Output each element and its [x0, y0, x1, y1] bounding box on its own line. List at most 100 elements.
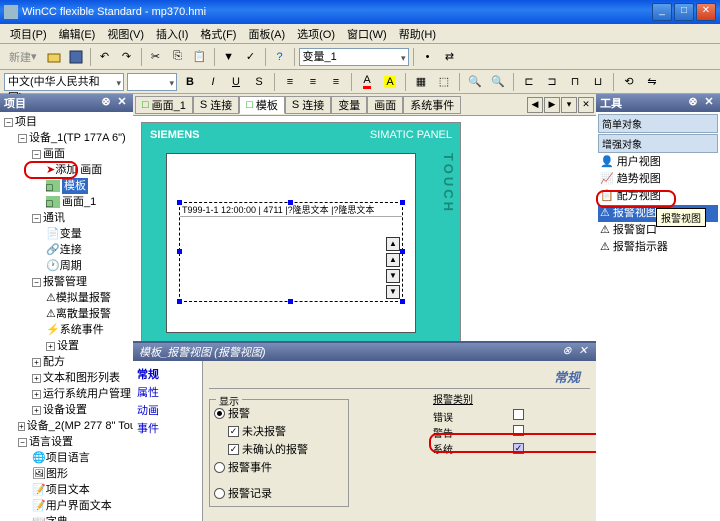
panel-close-icon[interactable]: ✕: [115, 96, 129, 110]
dot-icon[interactable]: •: [418, 47, 438, 67]
close-button[interactable]: ✕: [696, 3, 716, 21]
tool-cat-simple[interactable]: 简单对象: [598, 114, 718, 133]
align-b-icon[interactable]: ⊔: [588, 72, 608, 92]
tool-cat-enhanced[interactable]: 增强对象: [598, 134, 718, 153]
help-icon[interactable]: ?: [270, 47, 290, 67]
paste-icon[interactable]: 📋: [190, 47, 210, 67]
tab-close-icon[interactable]: ✕: [578, 97, 594, 113]
scroll-top-icon[interactable]: ▲: [386, 253, 400, 267]
language-combo[interactable]: 中文(中华人民共和国): [4, 73, 124, 91]
tool-alarm-indicator[interactable]: ⚠报警指示器: [598, 239, 718, 256]
tree-runtime-user[interactable]: 运行系统用户管理: [43, 386, 131, 402]
menu-project[interactable]: 项目(P): [4, 24, 53, 44]
menu-insert[interactable]: 插入(I): [150, 24, 194, 44]
tab-prev-icon[interactable]: ◀: [527, 97, 543, 113]
design-canvas[interactable]: SIEMENS SIMATIC PANEL TOUCH T999-1-1: [133, 116, 596, 341]
zoom-out-icon[interactable]: 🔍: [488, 72, 508, 92]
new-button[interactable]: 新建 ▾: [4, 47, 42, 67]
flip-icon[interactable]: ⇋: [642, 72, 662, 92]
tab-list-icon[interactable]: ▾: [561, 97, 577, 113]
tool-trend-view[interactable]: 📈趋势视图: [598, 171, 718, 188]
props-close-icon[interactable]: ✕: [576, 345, 590, 359]
size-combo[interactable]: [127, 73, 177, 91]
zoom-in-icon[interactable]: 🔍: [465, 72, 485, 92]
tree-tag[interactable]: 变量: [60, 226, 82, 242]
tree-lang-set[interactable]: 语言设置: [29, 434, 73, 450]
tree-font[interactable]: 字典: [46, 514, 68, 521]
tab-screen[interactable]: 画面: [367, 96, 403, 114]
menu-help[interactable]: 帮助(H): [393, 24, 442, 44]
tree-device2[interactable]: 设备_2(MP 277 8" Touch): [27, 418, 133, 434]
menu-view[interactable]: 视图(V): [101, 24, 150, 44]
panel-pin-icon[interactable]: ⊗: [99, 96, 113, 110]
undo-icon[interactable]: ↶: [95, 47, 115, 67]
align-left-icon[interactable]: ≡: [280, 72, 300, 92]
chk-class-warn[interactable]: [513, 425, 524, 436]
layer-icon[interactable]: ▦: [411, 72, 431, 92]
radio-events[interactable]: [214, 462, 225, 473]
menu-options[interactable]: 选项(O): [291, 24, 341, 44]
menu-panel[interactable]: 面板(A): [242, 24, 291, 44]
align-center-icon[interactable]: ≡: [303, 72, 323, 92]
tree-comm[interactable]: 通讯: [43, 210, 65, 226]
align-r-icon[interactable]: ⊐: [542, 72, 562, 92]
tree-sysev[interactable]: 系统事件: [60, 322, 104, 338]
chk-pending[interactable]: [228, 426, 239, 437]
props-pin-icon[interactable]: ⊗: [560, 345, 574, 359]
group-icon[interactable]: ⬚: [434, 72, 454, 92]
strike-icon[interactable]: S: [249, 72, 269, 92]
tree-template[interactable]: 模板: [62, 178, 88, 194]
align-t-icon[interactable]: ⊓: [565, 72, 585, 92]
underline-icon[interactable]: U: [226, 72, 246, 92]
align-right-icon[interactable]: ≡: [326, 72, 346, 92]
variable-combo[interactable]: 变量_1: [299, 48, 409, 66]
rotate-icon[interactable]: ⟲: [619, 72, 639, 92]
copy-icon[interactable]: ⎘: [168, 47, 188, 67]
save-icon[interactable]: [66, 47, 86, 67]
link-icon[interactable]: ⇄: [440, 47, 460, 67]
italic-icon[interactable]: I: [203, 72, 223, 92]
fgcolor-icon[interactable]: A: [357, 72, 377, 92]
tree-root[interactable]: 项目: [15, 114, 37, 130]
radio-alarm[interactable]: [214, 408, 225, 419]
scroll-up-icon[interactable]: ▲: [386, 237, 400, 251]
tools-pin-icon[interactable]: ⊗: [686, 96, 700, 110]
minimize-button[interactable]: _: [652, 3, 672, 21]
tab-screen1[interactable]: □画面_1: [135, 96, 193, 114]
align-l-icon[interactable]: ⊏: [519, 72, 539, 92]
tab-conn2[interactable]: S连接: [285, 96, 331, 114]
tab-next-icon[interactable]: ▶: [544, 97, 560, 113]
compile-icon[interactable]: ✓: [241, 47, 261, 67]
download-icon[interactable]: ▼: [219, 47, 239, 67]
open-icon[interactable]: [44, 47, 64, 67]
hmi-screen[interactable]: T999-1-1 12:00:00 | 4711 |?隆思文本 |?隆思文本 ▲…: [166, 153, 416, 333]
tools-close-icon[interactable]: ✕: [702, 96, 716, 110]
scroll-bottom-icon[interactable]: ▼: [386, 285, 400, 299]
chk-unack[interactable]: [228, 444, 239, 455]
bgcolor-icon[interactable]: A: [380, 72, 400, 92]
tree-analog[interactable]: 模拟量报警: [56, 290, 111, 306]
menu-edit[interactable]: 编辑(E): [53, 24, 102, 44]
tab-template[interactable]: □模板: [239, 96, 285, 114]
redo-icon[interactable]: ↷: [117, 47, 137, 67]
radio-log[interactable]: [214, 488, 225, 499]
tree-proj-lang[interactable]: 项目语言: [46, 450, 90, 466]
tree-alarm-mgmt[interactable]: 报警管理: [43, 274, 87, 290]
alarm-view-widget[interactable]: T999-1-1 12:00:00 | 4711 |?隆思文本 |?隆思文本 ▲…: [179, 202, 403, 302]
tree-dev-settings[interactable]: 设备设置: [43, 402, 87, 418]
tab-conn[interactable]: S连接: [193, 96, 239, 114]
tree-settings[interactable]: 设置: [57, 338, 79, 354]
maximize-button[interactable]: □: [674, 3, 694, 21]
chk-class-system[interactable]: [513, 443, 524, 454]
tool-recipe-view[interactable]: 📋配方视图: [598, 188, 718, 205]
tree-device[interactable]: 设备_1(TP 177A 6"): [29, 130, 126, 146]
scroll-down-icon[interactable]: ▼: [386, 269, 400, 283]
chk-class-error[interactable]: [513, 409, 524, 420]
tree-ui-text[interactable]: 用户界面文本: [46, 498, 112, 514]
tree-conn[interactable]: 连接: [60, 242, 82, 258]
tree-screens[interactable]: 画面: [43, 146, 65, 162]
tree-discrete[interactable]: 离散量报警: [56, 306, 111, 322]
props-nav-general[interactable]: 常规: [135, 365, 200, 383]
tree-cycle[interactable]: 周期: [60, 258, 82, 274]
tool-user-view[interactable]: 👤用户视图: [598, 154, 718, 171]
